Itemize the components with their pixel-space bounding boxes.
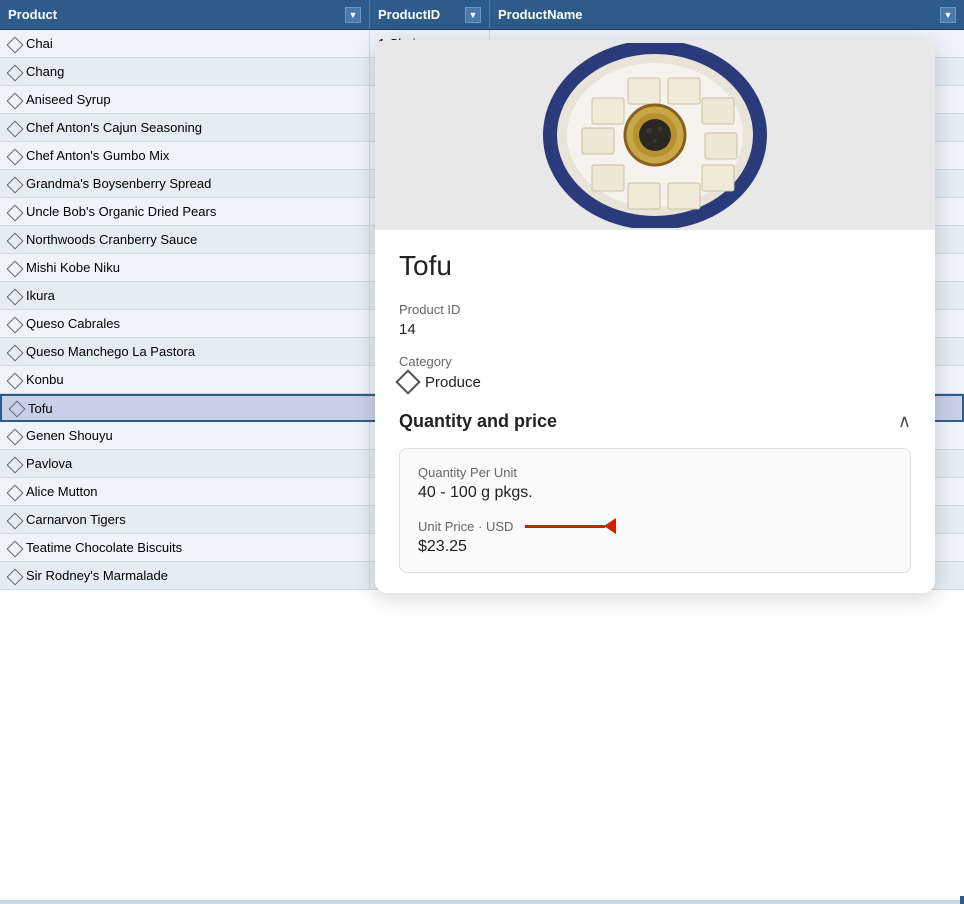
price-value: $23.25 (418, 538, 892, 556)
product-name: Uncle Bob's Organic Dried Pears (26, 204, 216, 219)
cell-product: Sir Rodney's Marmalade (0, 562, 370, 589)
cell-product: Pavlova (0, 450, 370, 477)
product-name: Ikura (26, 288, 55, 303)
row-diamond-icon (8, 290, 20, 302)
product-name: Sir Rodney's Marmalade (26, 568, 168, 583)
category-row: Produce (399, 373, 911, 391)
row-diamond-icon (8, 318, 20, 330)
productname-filter-dropdown[interactable]: ▼ (940, 7, 956, 23)
table-header: Product ▼ ProductID ▼ ProductName ▼ (0, 0, 964, 30)
row-diamond-icon (8, 542, 20, 554)
row-diamond-icon (8, 486, 20, 498)
cell-product: Queso Cabrales (0, 310, 370, 337)
row-diamond-icon (8, 38, 20, 50)
price-arrow-annotation (525, 518, 616, 534)
product-name: Alice Mutton (26, 484, 98, 499)
row-diamond-icon (8, 458, 20, 470)
product-name: Pavlova (26, 456, 72, 471)
row-diamond-icon (8, 514, 20, 526)
cell-product: Ikura (0, 282, 370, 309)
product-id-label: Product ID (399, 302, 911, 317)
price-label: Unit Price · USD (418, 519, 513, 534)
product-filter-dropdown[interactable]: ▼ (345, 7, 361, 23)
product-name: Grandma's Boysenberry Spread (26, 176, 211, 191)
price-row: Unit Price · USD (418, 518, 892, 534)
section-chevron-icon[interactable]: ∧ (898, 411, 911, 432)
row-diamond-icon (8, 570, 20, 582)
cell-product: Tofu (2, 396, 372, 420)
product-name: Carnarvon Tigers (26, 512, 126, 527)
row-diamond-icon (10, 402, 22, 414)
cell-product: Chang (0, 58, 370, 85)
cell-product: Uncle Bob's Organic Dried Pears (0, 198, 370, 225)
cell-product: Northwoods Cranberry Sauce (0, 226, 370, 253)
row-diamond-icon (8, 430, 20, 442)
col-productid-label: ProductID (378, 7, 440, 22)
detail-panel: Tofu Product ID 14 Category Produce Quan… (375, 40, 935, 593)
cell-product: Queso Manchego La Pastora (0, 338, 370, 365)
row-diamond-icon (8, 150, 20, 162)
product-name: Queso Manchego La Pastora (26, 344, 195, 359)
row-diamond-icon (8, 346, 20, 358)
cell-product: Mishi Kobe Niku (0, 254, 370, 281)
row-diamond-icon (8, 206, 20, 218)
cell-product: Aniseed Syrup (0, 86, 370, 113)
row-diamond-icon (8, 374, 20, 386)
cell-product: Grandma's Boysenberry Spread (0, 170, 370, 197)
detail-content: Tofu Product ID 14 Category Produce Quan… (375, 230, 935, 593)
product-name: Teatime Chocolate Biscuits (26, 540, 182, 555)
product-name: Chang (26, 64, 64, 79)
arrow-shaft (525, 525, 605, 528)
row-diamond-icon (8, 122, 20, 134)
cell-product: Carnarvon Tigers (0, 506, 370, 533)
cell-product: Teatime Chocolate Biscuits (0, 534, 370, 561)
resize-handle[interactable] (960, 896, 964, 904)
qty-value: 40 - 100 g pkgs. (418, 484, 892, 502)
row-diamond-icon (8, 66, 20, 78)
row-diamond-icon (8, 262, 20, 274)
cell-product: Genen Shouyu (0, 422, 370, 449)
product-name: Queso Cabrales (26, 316, 120, 331)
row-diamond-icon (8, 94, 20, 106)
product-name: Aniseed Syrup (26, 92, 111, 107)
cell-product: Chef Anton's Cajun Seasoning (0, 114, 370, 141)
product-name: Chef Anton's Cajun Seasoning (26, 120, 202, 135)
category-label: Category (399, 354, 911, 369)
product-id-value: 14 (399, 321, 911, 338)
col-productname-header[interactable]: ProductName ▼ (490, 0, 964, 29)
row-diamond-icon (8, 234, 20, 246)
cell-product: Chef Anton's Gumbo Mix (0, 142, 370, 169)
product-title: Tofu (399, 250, 911, 282)
category-value: Produce (425, 374, 481, 391)
productid-filter-dropdown[interactable]: ▼ (465, 7, 481, 23)
cell-product: Konbu (0, 366, 370, 393)
product-name: Konbu (26, 372, 64, 387)
col-productid-header[interactable]: ProductID ▼ (370, 0, 490, 29)
row-diamond-icon (8, 178, 20, 190)
section-title: Quantity and price (399, 411, 557, 432)
product-name: Tofu (28, 401, 53, 416)
cell-product: Chai (0, 30, 370, 57)
product-name: Northwoods Cranberry Sauce (26, 232, 197, 247)
col-productname-label: ProductName (498, 7, 583, 22)
product-name: Genen Shouyu (26, 428, 113, 443)
col-product-label: Product (8, 7, 57, 22)
arrow-head-icon (604, 518, 616, 534)
qty-label: Quantity Per Unit (418, 465, 892, 480)
category-diamond-icon (399, 373, 417, 391)
product-name: Chef Anton's Gumbo Mix (26, 148, 169, 163)
section-header: Quantity and price ∧ (399, 411, 911, 434)
product-image-svg (540, 43, 770, 228)
quantity-price-card: Quantity Per Unit 40 - 100 g pkgs. Unit … (399, 448, 911, 573)
product-image (375, 40, 935, 230)
product-name: Mishi Kobe Niku (26, 260, 120, 275)
col-product-header[interactable]: Product ▼ (0, 0, 370, 29)
product-name: Chai (26, 36, 53, 51)
cell-product: Alice Mutton (0, 478, 370, 505)
